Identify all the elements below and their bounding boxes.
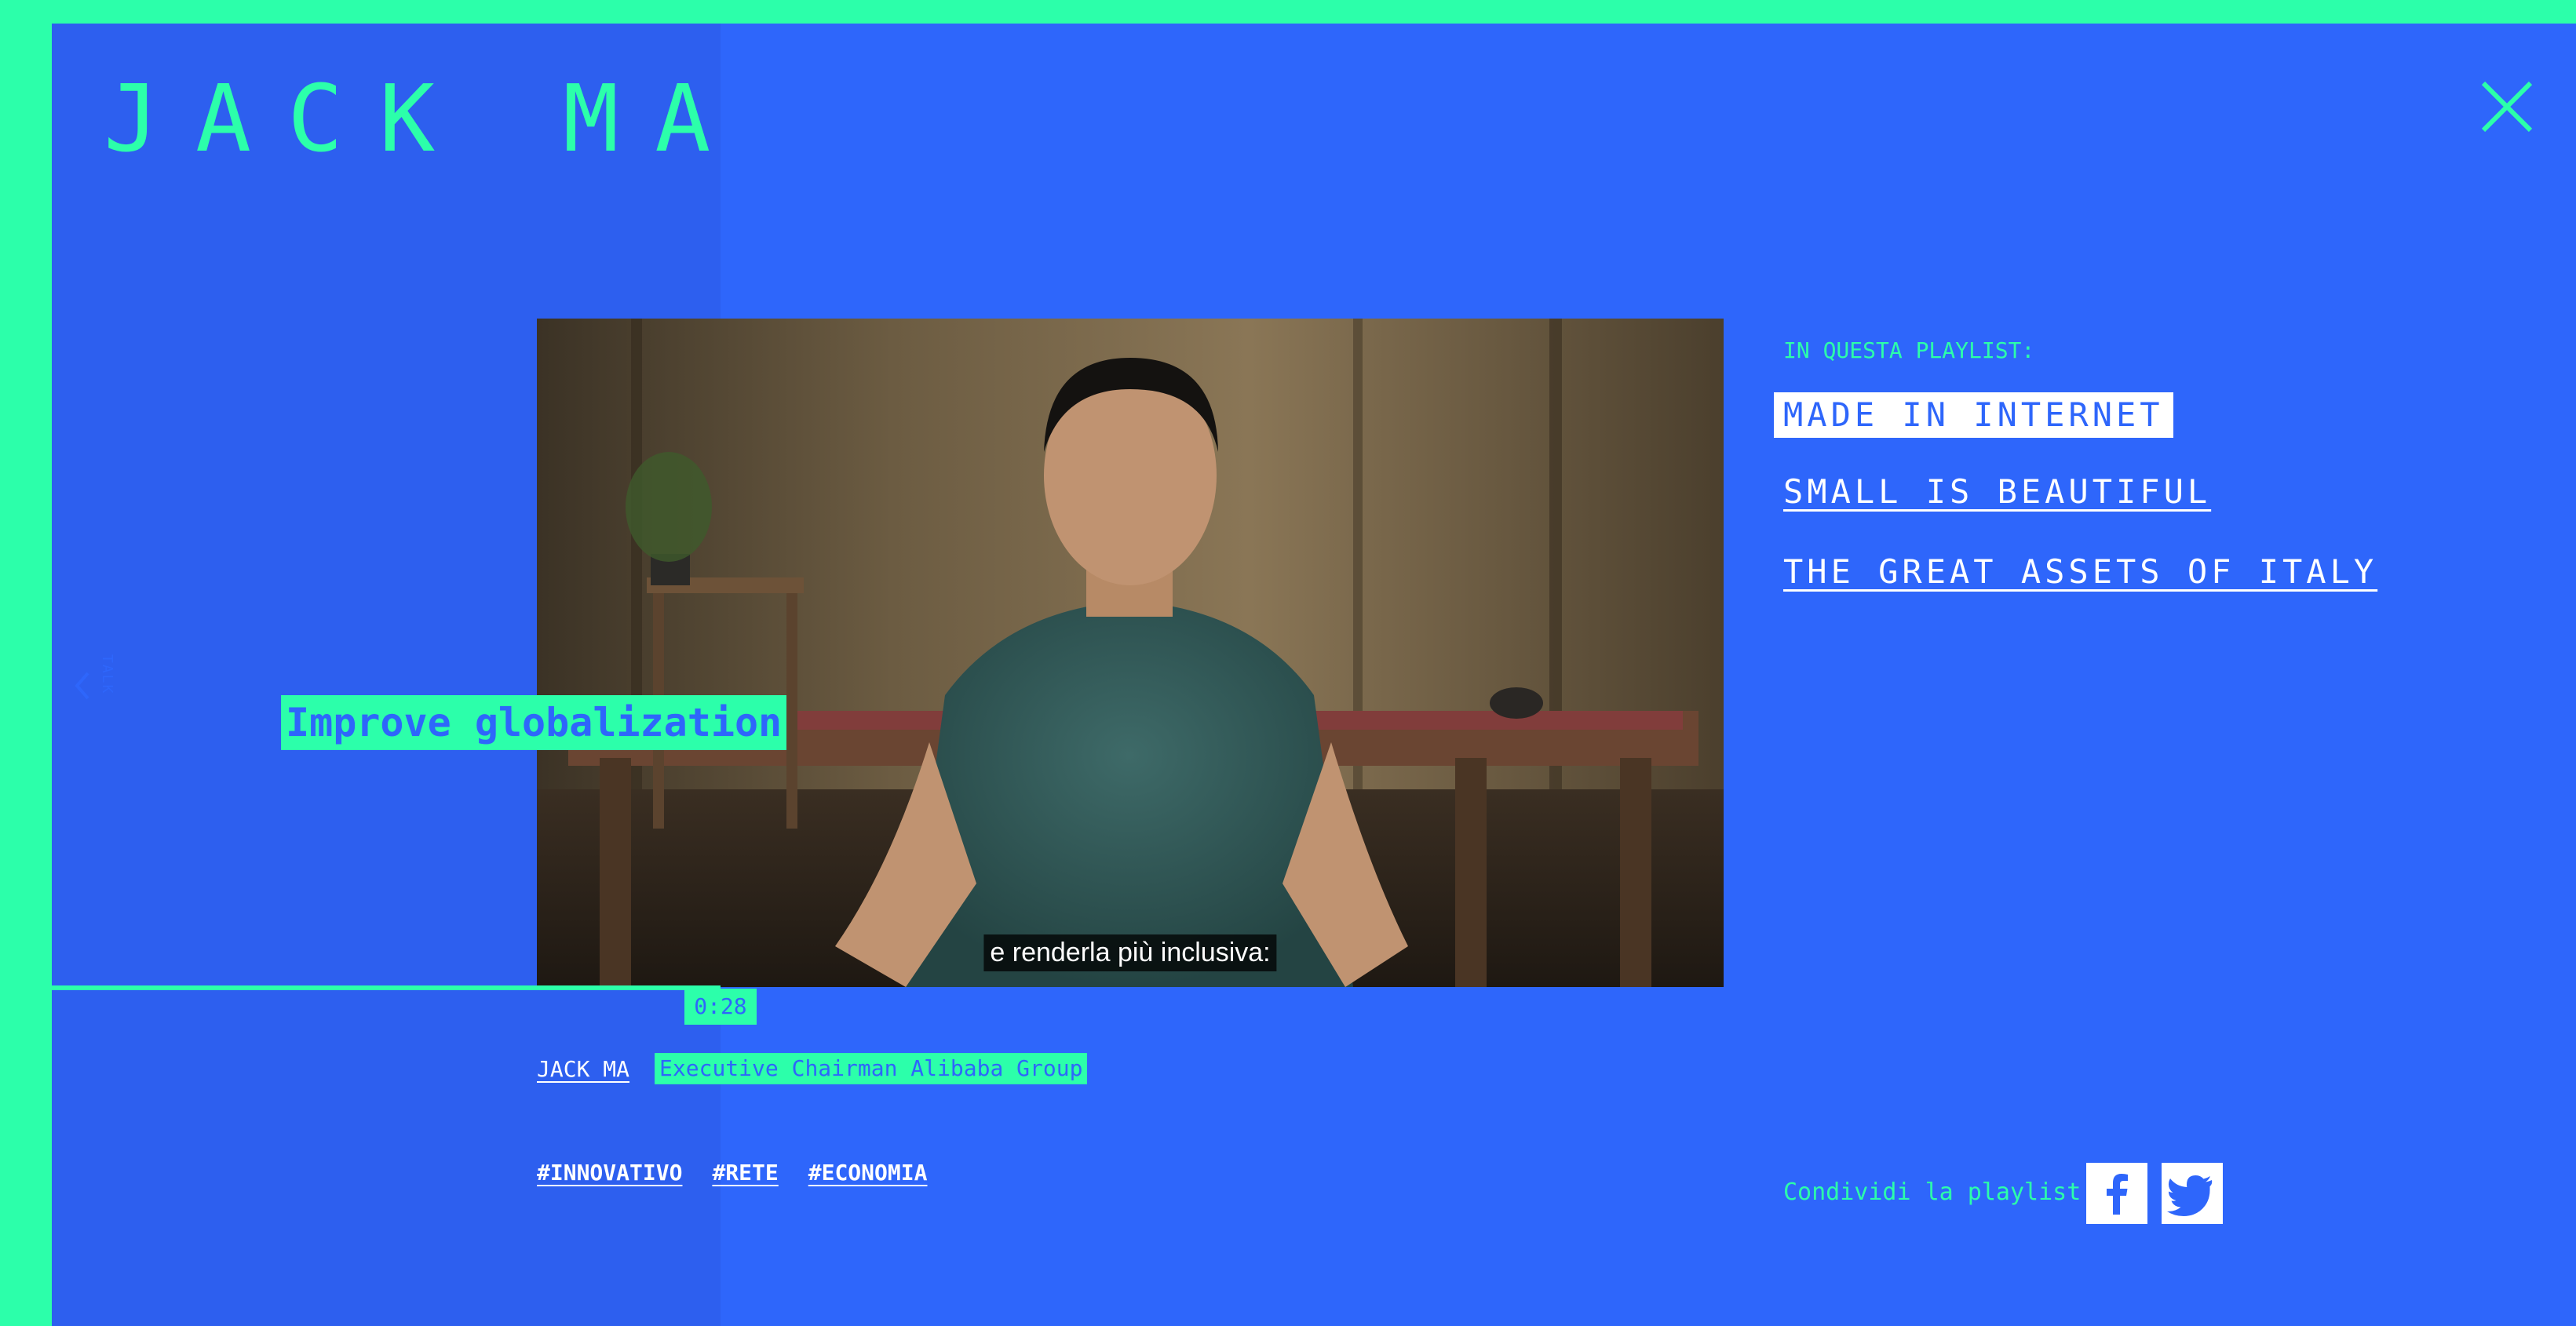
video-subtitle: e renderla più inclusiva: — [983, 934, 1277, 971]
chapter-label[interactable]: Improve globalization — [281, 695, 787, 750]
playlist-item-great-assets-of-italy[interactable]: THE GREAT ASSETS OF ITALY — [1783, 549, 2377, 595]
close-button[interactable] — [2477, 77, 2537, 137]
progress-bar[interactable] — [52, 985, 2576, 990]
current-time-badge: 0:28 — [684, 989, 757, 1025]
chevron-left-icon — [75, 672, 89, 700]
close-icon — [2481, 81, 2533, 133]
video-page: JACK MA e renderla più inclusiva: Improv… — [52, 24, 2576, 1326]
video-player[interactable]: e renderla più inclusiva: — [537, 319, 1724, 987]
speaker-role: Executive Chairman Alibaba Group — [655, 1053, 1088, 1084]
playlist-item-small-is-beautiful[interactable]: SMALL IS BEAUTIFUL — [1783, 469, 2211, 515]
page-title: JACK MA — [104, 64, 747, 173]
playlist-item-made-in-internet[interactable]: MADE IN INTERNET — [1774, 392, 2173, 438]
twitter-icon — [2167, 1175, 2213, 1216]
playlist-heading: IN QUESTA PLAYLIST: — [1783, 337, 2035, 363]
share-label: Condividi la playlist — [1783, 1178, 2082, 1206]
speaker-name-link[interactable]: JACK MA — [537, 1056, 629, 1082]
facebook-share-button[interactable] — [2086, 1163, 2147, 1224]
facebook-icon — [2107, 1174, 2128, 1215]
previous-talk-button[interactable]: TALK — [71, 651, 115, 722]
tag-list: #INNOVATIVO #RETE #ECONOMIA — [537, 1160, 927, 1186]
previous-talk-label: TALK — [99, 654, 115, 695]
progress-fill — [52, 985, 721, 990]
twitter-share-button[interactable] — [2162, 1163, 2223, 1224]
tag-link[interactable]: #INNOVATIVO — [537, 1160, 682, 1186]
tag-link[interactable]: #ECONOMIA — [808, 1160, 928, 1186]
tag-link[interactable]: #RETE — [712, 1160, 778, 1186]
speaker-info: JACK MA Executive Chairman Alibaba Group — [537, 1051, 1088, 1086]
video-frame — [537, 319, 1724, 987]
